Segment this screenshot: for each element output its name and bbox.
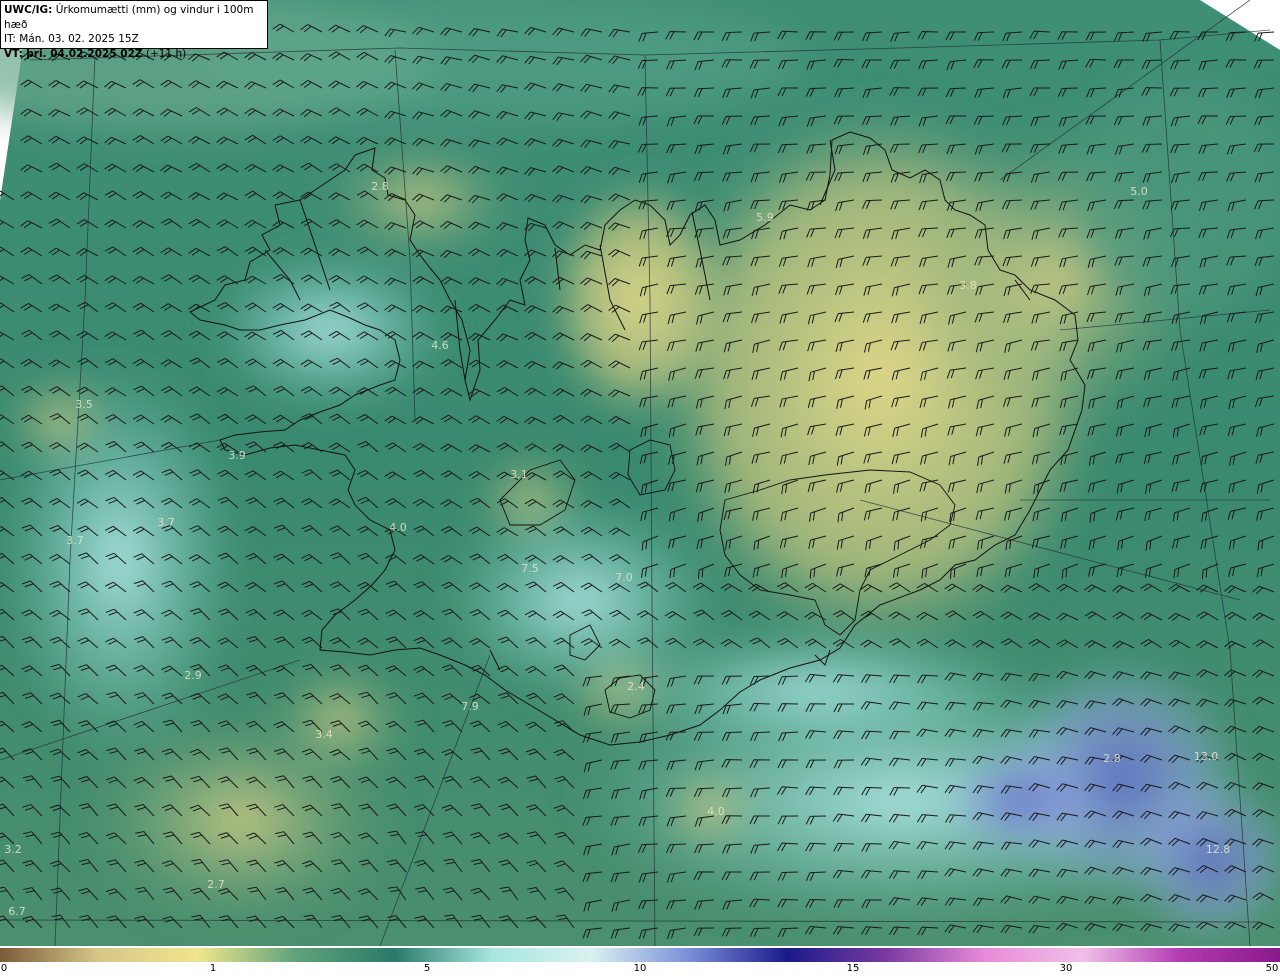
- init-label: IT:: [4, 33, 16, 45]
- map-value-label: 3.5: [75, 398, 93, 411]
- map-value-label: 3.7: [157, 516, 175, 529]
- map-value-label: 7.0: [615, 571, 633, 584]
- map-value-label: 2.8: [371, 180, 389, 193]
- map-value-label: 5.9: [756, 211, 774, 224]
- lead-time: (+11 h): [145, 47, 187, 60]
- map-value-label: 3.2: [4, 843, 22, 856]
- model-name: UWC/IG:: [4, 4, 53, 16]
- valid-time: þri. 04.02.2025 02Z: [26, 47, 143, 60]
- valid-time-line: VT: þri. 04.02.2025 02Z (+11 h): [4, 47, 264, 62]
- colorbar-tick-label: 30: [1059, 963, 1073, 974]
- map-value-label: 13.0: [1194, 750, 1219, 763]
- map-value-label: 5.0: [1130, 185, 1148, 198]
- colorbar-tick-label: 50: [1265, 963, 1279, 974]
- map-value-label: 4.0: [389, 521, 407, 534]
- valid-label: VT:: [4, 47, 23, 60]
- colorbar-tick-label: 5: [423, 963, 431, 974]
- map-value-label: 12.8: [1206, 843, 1231, 856]
- init-time: Mán. 03. 02. 2025 15Z: [19, 33, 139, 45]
- map-value-label: 3.4: [315, 728, 333, 741]
- map-value-label: 2.7: [207, 878, 225, 891]
- map-value-label: 7.9: [461, 700, 479, 713]
- colorbar-tick-label: 10: [633, 963, 647, 974]
- colorbar: 0 1 5 10 15 30 50: [0, 946, 1280, 978]
- map-value-label: 6.7: [8, 905, 26, 918]
- map-value-label: 7.5: [521, 562, 539, 575]
- map-value-label: 2.9: [184, 669, 202, 682]
- map-value-label: 3.9: [228, 449, 246, 462]
- map-value-label: 4.6: [431, 339, 449, 352]
- colorbar-strip: [0, 948, 1280, 962]
- map-value-label: 2.8: [1103, 752, 1121, 765]
- colorbar-tick-label: 15: [846, 963, 860, 974]
- map-info-box: UWC/IG: Úrkomumætti (mm) og vindur i 100…: [0, 0, 268, 60]
- title-line: UWC/IG: Úrkomumætti (mm) og vindur i 100…: [4, 3, 264, 32]
- map-value-label: 3.8: [959, 279, 977, 292]
- init-time-line: IT: Mán. 03. 02. 2025 15Z: [4, 32, 264, 47]
- colorbar-gradient: [0, 948, 1280, 962]
- map-value-label: 3.7: [66, 534, 84, 547]
- map-value-label: 2.4: [627, 680, 645, 693]
- colorbar-tick-label: 1: [209, 963, 217, 974]
- colorbar-tick-label: 0: [0, 963, 8, 974]
- map-value-label: 4.0: [707, 805, 725, 818]
- weather-map: 2.8 5.9 5.0 3.8 4.6 3.5 3.9 3.1 3.7 4.0 3.7 7.5 7.0 2…: [0, 0, 1280, 946]
- map-value-label: 3.1: [510, 468, 528, 481]
